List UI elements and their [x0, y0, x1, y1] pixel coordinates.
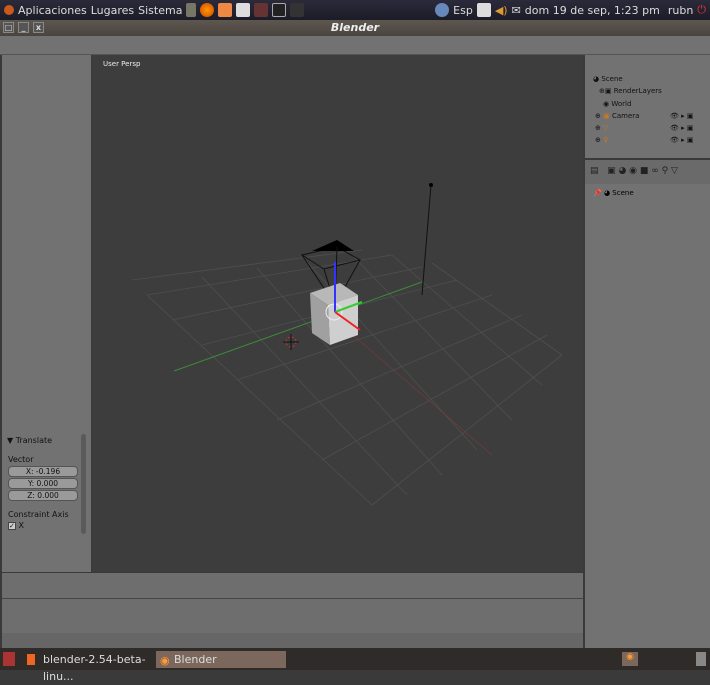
redo-scrollbar[interactable]: [81, 434, 86, 534]
3d-viewport[interactable]: User Persp: [92, 55, 583, 572]
context-tabs[interactable]: ▤ ▣ ◕ ◉ ■ ∞ ⚲ ▽: [590, 166, 678, 176]
presentation-icon[interactable]: [218, 3, 233, 17]
timeline: [2, 573, 583, 648]
visibility-icons[interactable]: 👁 ▸ ▣: [670, 112, 693, 120]
minimize-button[interactable]: _: [18, 22, 29, 33]
properties-context-bar: ▤ ▣ ◕ ◉ ■ ∞ ⚲ ▽: [585, 160, 710, 184]
maximize-button[interactable]: □: [3, 22, 14, 33]
outliner-renderlayers[interactable]: ⊕▣ RenderLayers: [599, 87, 662, 95]
properties-editor: 📌 ◕ Scene: [585, 184, 710, 648]
outliner: ◕ Scene ⊕▣ RenderLayers ◉ World ⊕ ▣ Came…: [585, 55, 710, 158]
menu-sistema[interactable]: Sistema: [138, 4, 182, 17]
task-blender[interactable]: ◉ Blender: [156, 651, 286, 668]
redo-panel: ▼ Translate Vector X: -0.196 Y: 0.000 Z:…: [4, 432, 90, 540]
network-icon[interactable]: [476, 3, 491, 17]
info-header: [0, 36, 710, 55]
volume-icon[interactable]: ◀): [495, 4, 508, 17]
taskbar: blender-2.54-beta-linu... ◉ Blender ◉: [0, 648, 710, 683]
outliner-label: RenderLayers: [613, 87, 662, 95]
panel-title: Translate: [15, 436, 53, 445]
gimp-icon[interactable]: [186, 3, 197, 17]
vector-y-field[interactable]: Y: 0.000: [8, 478, 78, 489]
workspace-switcher[interactable]: ◉: [622, 652, 638, 666]
system-monitor-icon[interactable]: [254, 3, 269, 17]
constraint-x-label: X: [18, 521, 25, 530]
task-blender-archive[interactable]: blender-2.54-beta-linu...: [25, 651, 153, 683]
mail-icon[interactable]: ✉: [512, 4, 521, 17]
user-status-icon[interactable]: [435, 3, 450, 17]
lamp-object: [429, 183, 433, 187]
checkmark-icon: ✓: [8, 522, 16, 530]
firefox-icon[interactable]: [200, 3, 215, 17]
window-titlebar: □ _ x Blender: [0, 20, 710, 36]
timeline-divider: [2, 598, 583, 599]
power-icon[interactable]: ⏻: [697, 3, 706, 17]
close-button[interactable]: x: [33, 22, 44, 33]
text-editor-icon[interactable]: [236, 3, 251, 17]
trash-icon[interactable]: [696, 652, 706, 666]
outliner-lamp[interactable]: ⊕ ♀: [595, 136, 608, 144]
outliner-cube[interactable]: ⊕ ▽: [595, 124, 608, 132]
outliner-world[interactable]: ◉ World: [603, 100, 631, 108]
translate-panel-header[interactable]: ▼ Translate: [7, 436, 52, 445]
task-label: Blender: [174, 653, 217, 666]
lamp-line: [421, 184, 432, 296]
menu-aplicaciones[interactable]: Aplicaciones: [18, 4, 87, 17]
x-axis-line: [173, 281, 423, 372]
constraint-axis-label: Constraint Axis: [8, 510, 69, 519]
task-label: blender-2.54-beta-linu...: [43, 653, 146, 683]
outliner-scene[interactable]: ◕ Scene: [593, 75, 623, 83]
terminal-icon[interactable]: [272, 3, 287, 17]
vector-label: Vector: [8, 455, 34, 464]
outliner-label: World: [611, 100, 632, 108]
visibility-icons[interactable]: 👁 ▸ ▣: [670, 124, 693, 132]
outliner-camera[interactable]: ⊕ ▣ Camera: [595, 112, 639, 120]
outliner-label: Camera: [611, 112, 640, 120]
visibility-icons[interactable]: 👁 ▸ ▣: [670, 136, 693, 144]
show-desktop-icon[interactable]: [3, 652, 15, 666]
vector-z-field[interactable]: Z: 0.000: [8, 490, 78, 501]
menu-lugares[interactable]: Lugares: [91, 4, 134, 17]
inkscape-icon[interactable]: [290, 3, 305, 17]
clock[interactable]: dom 19 de sep, 1:23 pm: [525, 4, 660, 17]
blender-icon: ◉: [160, 654, 170, 667]
keyboard-layout[interactable]: Esp: [453, 4, 473, 17]
mesh-icon: ▽: [603, 124, 609, 132]
timeline-header: [2, 633, 583, 648]
user-menu[interactable]: rubn: [668, 4, 693, 17]
lamp-icon: ♀: [603, 136, 609, 144]
scene-canvas: [131, 183, 563, 506]
constraint-x-checkbox[interactable]: ✓ X: [8, 521, 24, 530]
context-label: Scene: [612, 189, 634, 197]
context-path[interactable]: 📌 ◕ Scene: [593, 189, 634, 197]
3d-cursor: [283, 334, 299, 350]
ubuntu-logo-icon[interactable]: [4, 5, 14, 15]
window-title: Blender: [330, 21, 380, 34]
top-panel: Aplicaciones Lugares Sistema Esp ◀) ✉ do…: [0, 0, 710, 20]
vector-x-field[interactable]: X: -0.196: [8, 466, 78, 477]
archive-icon: [27, 654, 35, 665]
outliner-label: Scene: [601, 75, 623, 83]
